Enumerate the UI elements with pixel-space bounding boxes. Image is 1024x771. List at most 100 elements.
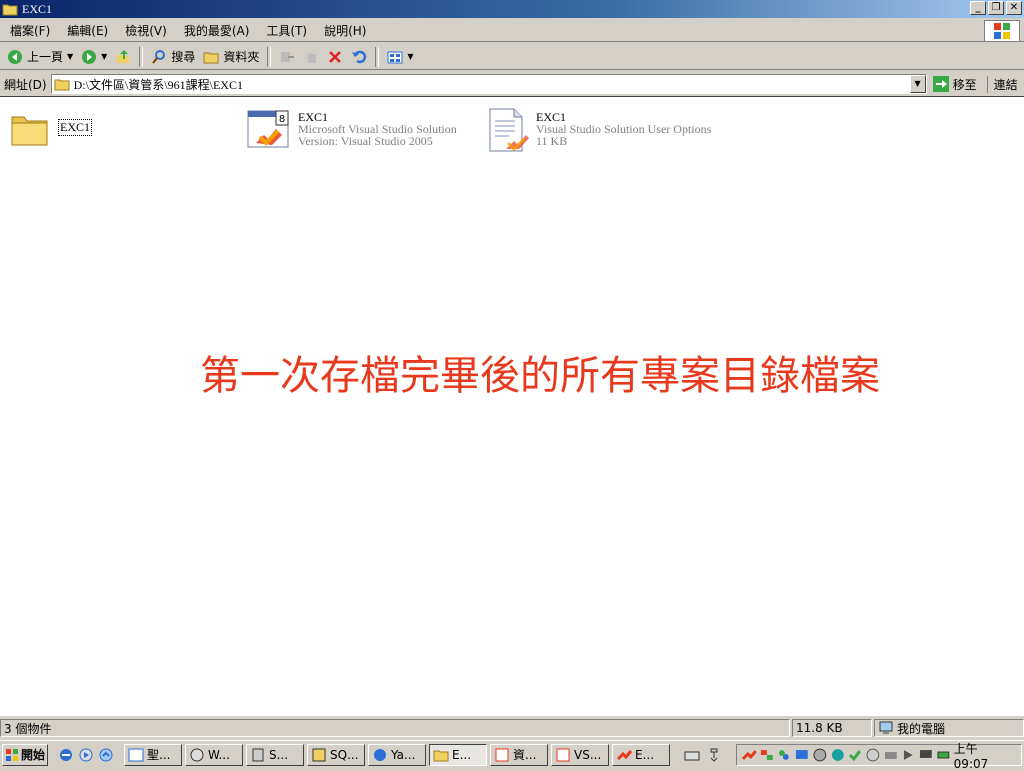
forward-button[interactable]: ▼: [78, 46, 110, 68]
folder-icon: [203, 52, 219, 63]
keyboard-icon[interactable]: [684, 747, 700, 763]
go-button[interactable]: 移至: [932, 76, 977, 93]
task-button-explorer-active[interactable]: E...: [429, 743, 487, 766]
back-arrow-icon: [8, 49, 22, 64]
task-label: SQ...: [330, 747, 359, 762]
delete-x-icon: [329, 50, 342, 63]
status-object-count: 3 個物件: [0, 719, 790, 737]
task-button-9[interactable]: E...: [612, 743, 670, 766]
clock[interactable]: 上午 09:07: [954, 740, 1015, 771]
internet-explorer-icon[interactable]: [58, 747, 74, 763]
back-button[interactable]: 上一頁 ▼: [4, 46, 76, 68]
start-label: 開始: [21, 748, 46, 762]
task-label: 聖...: [147, 748, 171, 762]
file-item-folder[interactable]: [10, 111, 50, 147]
task-button-5[interactable]: Ya...: [368, 743, 426, 766]
up-folder-icon: [117, 49, 130, 63]
address-label: 網址(D): [4, 77, 47, 92]
network-icon[interactable]: [759, 747, 775, 763]
solution-detail: Version: Visual Studio 2005: [298, 134, 433, 148]
links-button[interactable]: 連結: [986, 75, 1018, 93]
battery-icon[interactable]: [936, 747, 952, 763]
presentation-icon: [495, 748, 509, 761]
update-icon[interactable]: [847, 747, 863, 763]
address-input[interactable]: D:\文件區\資管系\961課程\EXC1 ▼: [50, 74, 927, 94]
search-button[interactable]: 搜尋: [148, 46, 198, 68]
folders-label: 資料夾: [223, 50, 260, 64]
status-size: 11.8 KB: [792, 719, 872, 737]
task-button-3[interactable]: S...: [246, 743, 304, 766]
search-icon: [152, 49, 166, 64]
task-button-1[interactable]: 聖...: [124, 743, 182, 766]
restore-button[interactable]: ❐: [988, 1, 1004, 15]
close-button[interactable]: ✕: [1006, 1, 1022, 15]
my-computer-icon: [879, 721, 893, 734]
messenger-icon[interactable]: [776, 747, 792, 763]
copy-to-button[interactable]: [300, 46, 322, 68]
security-icon[interactable]: [812, 747, 828, 763]
move-to-icon: [281, 51, 295, 62]
menu-edit[interactable]: 編輯(E): [57, 22, 115, 39]
views-button[interactable]: ▼: [384, 46, 416, 68]
system-tray: 上午 09:07: [736, 742, 1022, 771]
printer-icon[interactable]: [883, 747, 899, 763]
window-title: EXC1: [22, 1, 52, 16]
file-item-solution[interactable]: 8 EXC1 Microsoft Visual Studio Solution …: [246, 107, 457, 151]
start-button[interactable]: 開始: [2, 743, 48, 766]
display-icon[interactable]: [794, 747, 810, 763]
user-options-size: 11 KB: [536, 134, 568, 148]
visual-studio-tray-icon[interactable]: [741, 747, 757, 763]
media-player-icon: [190, 748, 204, 761]
folders-button[interactable]: 資料夾: [200, 46, 262, 68]
sql-icon: [312, 748, 326, 761]
search-label: 搜尋: [171, 50, 196, 64]
show-desktop-icon[interactable]: [98, 747, 114, 763]
task-label: Ya...: [391, 747, 416, 762]
task-button-8[interactable]: VS...: [551, 743, 609, 766]
address-value: D:\文件區\資管系\961課程\EXC1: [73, 77, 243, 92]
task-button-7[interactable]: 資...: [490, 743, 548, 766]
windows-logo-icon: [984, 20, 1020, 42]
window-icon: [128, 748, 144, 761]
chevron-down-icon[interactable]: ▼: [67, 52, 73, 61]
menu-bar: 檔案(F) 編輯(E) 檢視(V) 我的最愛(A) 工具(T) 說明(H): [0, 20, 1024, 42]
sync-icon[interactable]: [830, 747, 846, 763]
menu-help[interactable]: 說明(H): [314, 22, 373, 39]
media-tray-icon[interactable]: [900, 747, 916, 763]
file-list-view[interactable]: EXC1 8 EXC1 Microsoft Visual Studio Solu…: [0, 96, 1024, 716]
chevron-down-icon: ▼: [407, 52, 414, 61]
undo-button[interactable]: [348, 46, 370, 68]
address-dropdown-button[interactable]: ▼: [909, 75, 926, 93]
menu-tools[interactable]: 工具(T): [256, 22, 314, 39]
browser-icon: [374, 748, 386, 761]
delete-button[interactable]: [324, 46, 346, 68]
task-label: E...: [635, 747, 655, 762]
monitor-icon[interactable]: [918, 747, 934, 763]
task-label: W...: [208, 747, 230, 762]
language-bar-icon[interactable]: [706, 747, 722, 763]
taskbar: 開始 聖... W... S... SQ... Ya... E... 資... …: [0, 740, 1024, 771]
task-button-2[interactable]: W...: [185, 743, 243, 766]
task-button-4[interactable]: SQ...: [307, 743, 365, 766]
volume-icon[interactable]: [865, 747, 881, 763]
presentation-icon: [556, 748, 570, 761]
move-to-button[interactable]: [276, 46, 298, 68]
folder-name: EXC1: [58, 119, 92, 136]
server-icon: [252, 748, 264, 761]
file-item-user-options[interactable]: EXC1 Visual Studio Solution User Options…: [488, 107, 711, 153]
folder-icon: [54, 79, 70, 91]
visual-studio-icon: [616, 749, 632, 760]
task-label: 資...: [513, 748, 537, 762]
menu-favorites[interactable]: 我的最愛(A): [174, 22, 257, 39]
annotation-overlay-text: 第一次存檔完畢後的所有專案目錄檔案: [200, 353, 880, 399]
visual-studio-solution-icon: 8: [247, 110, 289, 148]
menu-view[interactable]: 檢視(V): [115, 22, 174, 39]
status-location: 我的電腦: [874, 719, 1024, 737]
up-folder-button[interactable]: [112, 46, 134, 68]
user-options-meta: EXC1 Visual Studio Solution User Options…: [536, 111, 711, 147]
media-player-icon[interactable]: [78, 747, 94, 763]
status-location-label: 我的電腦: [897, 721, 946, 736]
chevron-down-icon[interactable]: ▼: [101, 52, 107, 61]
menu-file[interactable]: 檔案(F): [0, 22, 57, 39]
minimize-button[interactable]: _: [970, 1, 986, 15]
